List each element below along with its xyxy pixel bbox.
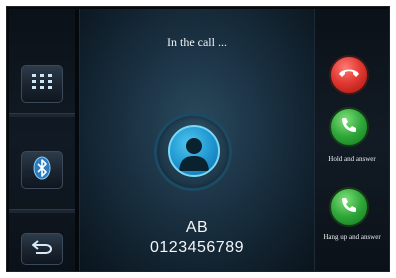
- keypad-icon: [31, 73, 53, 96]
- hang-up-icon: [338, 66, 360, 84]
- hang-up-and-answer-label: Hang up and answer: [323, 233, 381, 241]
- hang-up-button[interactable]: [329, 55, 369, 95]
- back-button[interactable]: [21, 233, 63, 265]
- hold-and-answer-button[interactable]: [329, 107, 369, 147]
- left-sidebar: [9, 9, 75, 271]
- call-status-text: In the call ...: [167, 35, 227, 49]
- contact-name: AB: [185, 219, 209, 236]
- contact-number: 0123456789: [150, 239, 244, 256]
- phone-call-screen: In the call ... AB 0123456789 Hold and a…: [6, 6, 390, 272]
- sidebar-divider: [9, 209, 75, 213]
- bluetooth-icon: [32, 156, 52, 185]
- call-panel: In the call ... AB 0123456789: [79, 9, 315, 271]
- contact-avatar-icon: [168, 125, 220, 177]
- hold-and-answer-label: Hold and answer: [328, 155, 376, 163]
- phone-answer-icon: [340, 196, 358, 219]
- hang-up-and-answer-button[interactable]: [329, 187, 369, 227]
- right-action-bar: Hold and answer Hang up and answer: [315, 9, 389, 271]
- back-arrow-icon: [31, 239, 53, 260]
- bluetooth-button[interactable]: [21, 151, 63, 189]
- keypad-button[interactable]: [21, 65, 63, 103]
- phone-answer-icon: [340, 116, 358, 139]
- sidebar-divider: [9, 113, 75, 117]
